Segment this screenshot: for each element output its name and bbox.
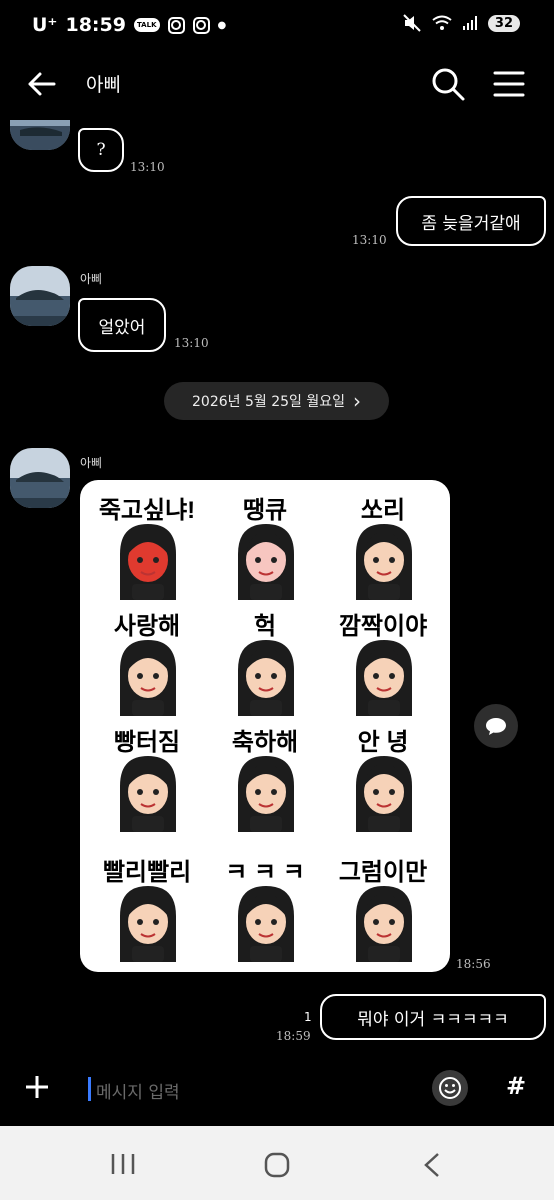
unread-count: 1 [304, 1010, 312, 1024]
sticker-cell: 그럼이만 [324, 850, 442, 970]
sticker-character [238, 640, 294, 716]
clock: 18:59 [65, 14, 126, 36]
message-bubble[interactable]: 얼았어 [78, 298, 166, 352]
more-dot-icon: ● [217, 19, 227, 31]
message-time: 13:10 [130, 160, 165, 174]
sticker-character [356, 756, 412, 832]
sticker-cell: 쏘리 [324, 488, 442, 608]
text-caret [88, 1077, 91, 1101]
battery-indicator: 32 [487, 14, 520, 32]
sticker-cell: 사랑해 [88, 604, 206, 724]
home-icon[interactable] [264, 1152, 290, 1178]
message-text: 좀 늦을거같애 [421, 213, 521, 234]
back-arrow-icon[interactable] [24, 66, 60, 102]
message-time: 13:10 [352, 233, 387, 247]
sticker-character [120, 886, 176, 962]
sticker-image[interactable]: 죽고싶냐! 땡큐 쏘리사랑해 헉 깜짝이야빵터짐 축하해 안 녕빨리빨리 ㅋ ㅋ ㅋ 그럼이만 [80, 480, 450, 972]
instagram-icon [167, 16, 185, 34]
message-text: ? [96, 140, 106, 160]
input-placeholder: 메시지 입력 [96, 1083, 180, 1103]
hash-icon[interactable]: # [506, 1072, 526, 1100]
avatar[interactable] [10, 448, 70, 508]
message-text: 얼았어 [98, 317, 146, 338]
status-bar: U⁺ 18:59 TALK ● 32 [0, 0, 554, 52]
carrier-label: U⁺ [32, 14, 58, 36]
nav-back-icon[interactable] [422, 1152, 442, 1178]
sticker-character [238, 756, 294, 832]
message-time: 18:59 [276, 1029, 311, 1043]
message-time: 18:56 [456, 957, 491, 971]
wifi-icon [432, 15, 452, 30]
date-label: 2026년 5월 25일 월요일 [192, 394, 345, 410]
signal-icon [462, 16, 477, 30]
instagram-icon-2 [192, 16, 210, 34]
my-message-bubble[interactable]: 뭐야 이거 ㅋㅋㅋㅋㅋ [320, 994, 546, 1040]
sticker-character [120, 756, 176, 832]
sticker-character [238, 524, 294, 600]
talk-notification-icon: TALK [133, 18, 160, 32]
message-time: 13:10 [174, 336, 209, 350]
sticker-character [356, 640, 412, 716]
sticker-character [356, 886, 412, 962]
status-right: 32 [402, 14, 520, 32]
system-nav-bar [0, 1126, 554, 1200]
search-icon[interactable] [430, 66, 466, 102]
chevron-right-icon: › [352, 389, 361, 413]
sticker-cell: 빵터짐 [88, 720, 206, 840]
date-divider[interactable]: 2026년 5월 25일 월요일 › [164, 382, 389, 420]
menu-icon[interactable] [492, 68, 526, 100]
emoji-icon[interactable] [432, 1070, 468, 1106]
sender-name: 아삐 [80, 456, 103, 470]
sticker-cell: 헉 [206, 604, 324, 724]
share-bubble-icon[interactable] [474, 704, 518, 748]
avatar[interactable] [10, 266, 70, 326]
sticker-cell: 땡큐 [206, 488, 324, 608]
chat-title: 아삐 [86, 74, 121, 96]
status-left: U⁺ 18:59 TALK ● [32, 14, 226, 36]
sender-name: 아삐 [80, 272, 103, 286]
plus-icon[interactable] [22, 1072, 52, 1102]
message-input[interactable]: 메시지 입력 [88, 1074, 408, 1104]
sticker-character [120, 524, 176, 600]
avatar[interactable] [10, 120, 70, 150]
recent-apps-icon[interactable] [110, 1152, 136, 1176]
sticker-character [356, 524, 412, 600]
sticker-cell: 축하해 [206, 720, 324, 840]
sticker-cell: 빨리빨리 [88, 850, 206, 970]
message-bubble[interactable]: ? [78, 128, 124, 172]
my-message-bubble[interactable]: 좀 늦을거같애 [396, 196, 546, 246]
sticker-cell: ㅋ ㅋ ㅋ [206, 850, 324, 970]
mute-icon [403, 14, 421, 32]
sticker-cell: 죽고싶냐! [88, 488, 206, 608]
sticker-character [238, 886, 294, 962]
sticker-cell: 안 녕 [324, 720, 442, 840]
message-text: 뭐야 이거 ㅋㅋㅋㅋㅋ [357, 1009, 509, 1030]
sticker-cell: 깜짝이야 [324, 604, 442, 724]
sticker-character [120, 640, 176, 716]
